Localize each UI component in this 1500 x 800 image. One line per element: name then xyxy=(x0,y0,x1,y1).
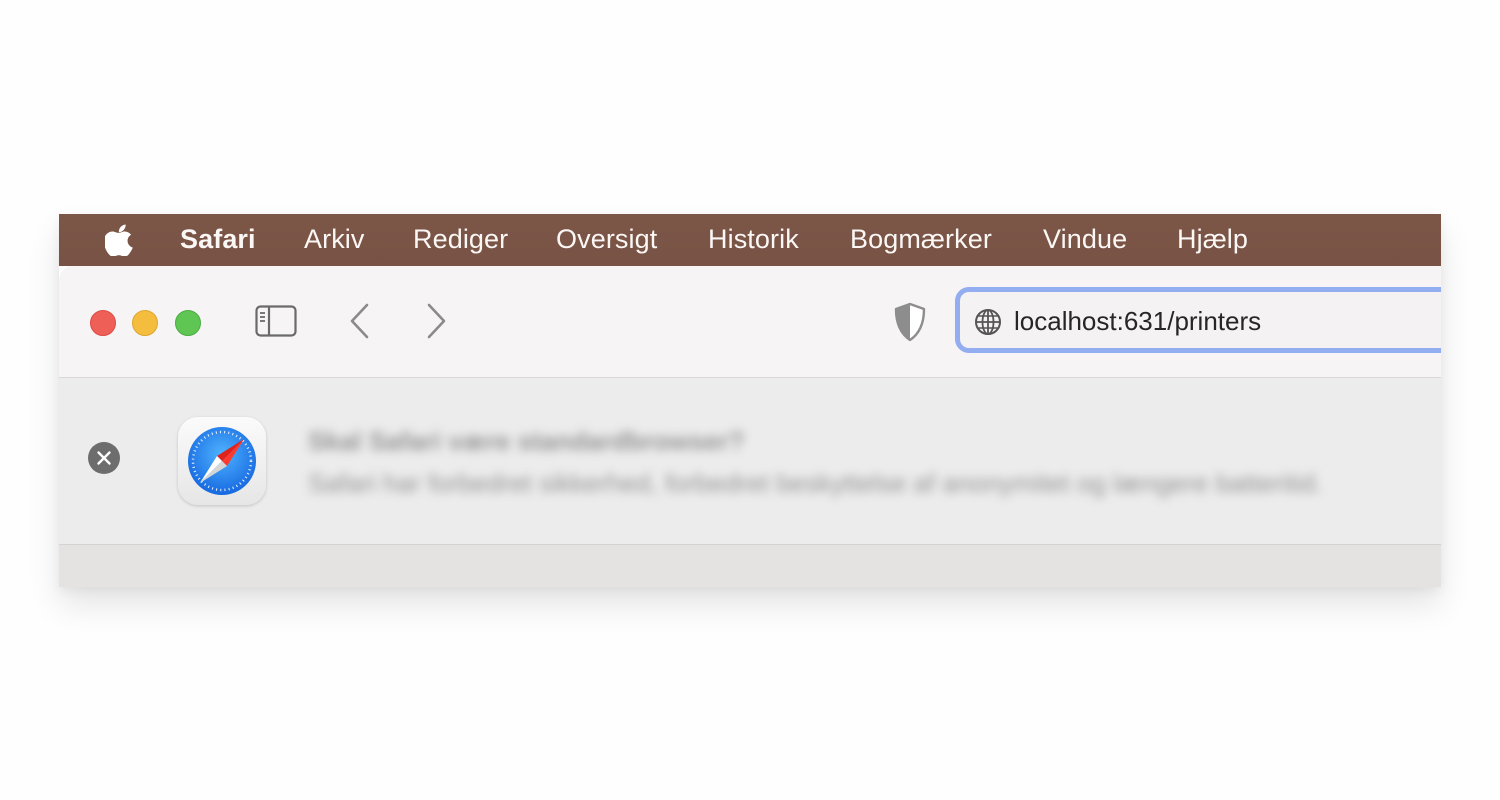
safari-app-icon xyxy=(178,417,266,505)
menu-hjaelp[interactable]: Hjælp xyxy=(1177,214,1248,266)
safari-toolbar: localhost:631/printers xyxy=(59,266,1441,378)
banner-close-button[interactable] xyxy=(88,442,120,474)
window-minimize-button[interactable] xyxy=(132,310,158,336)
menu-bogmaerker[interactable]: Bogmærker xyxy=(850,214,992,266)
menu-arkiv[interactable]: Arkiv xyxy=(304,214,365,266)
default-browser-banner: Skal Safari være standardbrowser? Safari… xyxy=(59,378,1441,545)
safari-compass-icon xyxy=(188,427,256,495)
safari-window-crop: Safari Arkiv Rediger Oversigt Historik B… xyxy=(59,214,1441,587)
globe-icon xyxy=(975,309,1001,335)
menu-bar: Safari Arkiv Rediger Oversigt Historik B… xyxy=(59,214,1441,266)
page-content-area xyxy=(59,545,1441,587)
chevron-right-icon[interactable] xyxy=(421,302,449,340)
menu-oversigt[interactable]: Oversigt xyxy=(556,214,657,266)
close-icon xyxy=(97,451,111,465)
menu-historik[interactable]: Historik xyxy=(708,214,799,266)
menu-rediger[interactable]: Rediger xyxy=(413,214,508,266)
shield-icon[interactable] xyxy=(893,302,927,342)
sidebar-icon[interactable] xyxy=(255,305,297,337)
chevron-left-icon[interactable] xyxy=(347,302,375,340)
address-bar[interactable]: localhost:631/printers xyxy=(955,287,1441,353)
window-close-button[interactable] xyxy=(90,310,116,336)
menu-vindue[interactable]: Vindue xyxy=(1043,214,1127,266)
window-zoom-button[interactable] xyxy=(175,310,201,336)
banner-body: Safari har forbedret sikkerhed, forbedre… xyxy=(308,468,1323,498)
menu-safari[interactable]: Safari xyxy=(180,214,256,266)
banner-title: Skal Safari være standardbrowser? xyxy=(308,426,745,456)
address-url-text[interactable]: localhost:631/printers xyxy=(1014,292,1261,348)
